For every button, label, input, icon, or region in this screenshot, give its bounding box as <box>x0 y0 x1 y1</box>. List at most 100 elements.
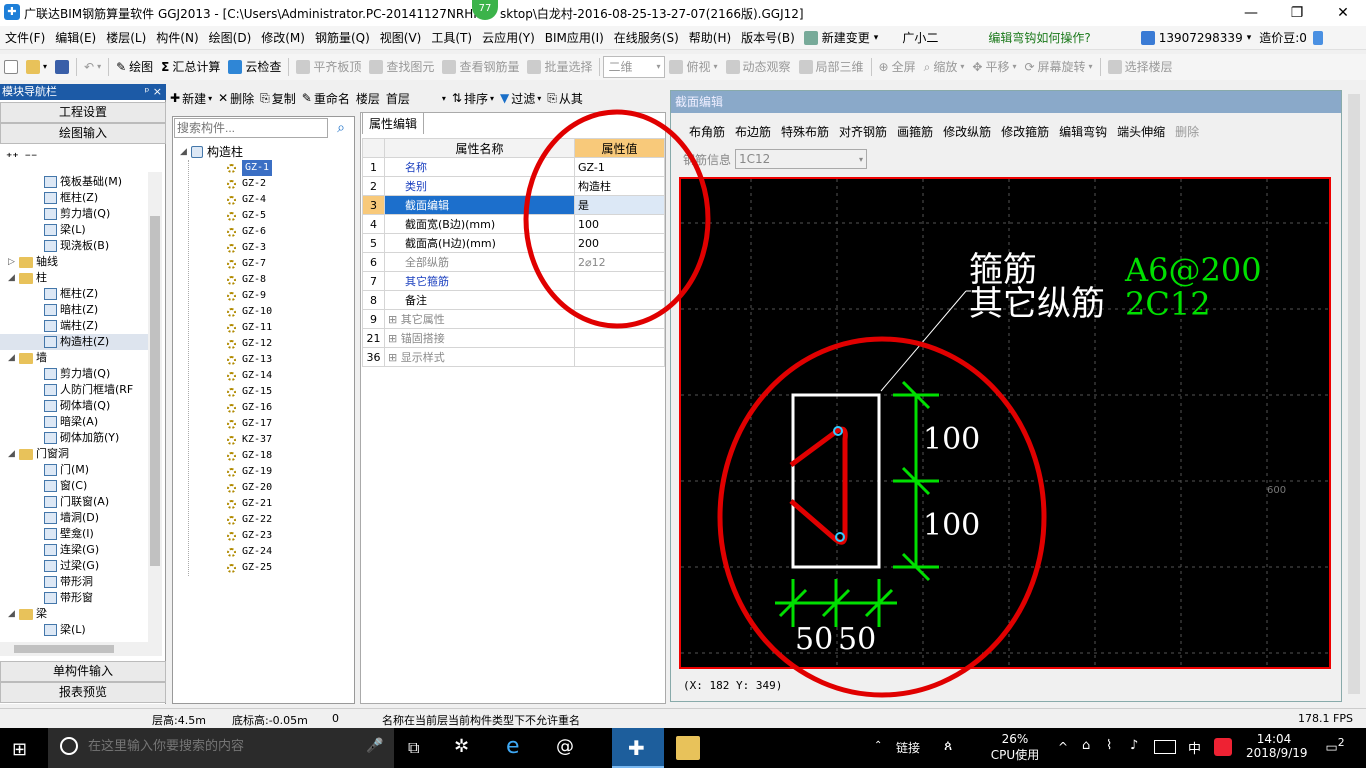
minimize-button[interactable]: — <box>1228 0 1274 26</box>
section-tool-button[interactable]: 修改箍筋 <box>1001 123 1049 140</box>
undo-button[interactable]: ↶ ▾ <box>80 56 105 78</box>
top-view-button[interactable]: 俯视 ▾ <box>665 56 721 78</box>
flush-top-button[interactable]: 平齐板顶 <box>292 56 365 78</box>
property-row[interactable]: 36 ⊞ 显示样式 <box>362 347 665 367</box>
property-row[interactable]: 3 截面编辑 是 <box>362 195 665 215</box>
view-mode-select[interactable]: 二维 ▾ <box>603 56 666 78</box>
menu-item-13[interactable]: 版本号(B) <box>736 26 800 50</box>
component-item[interactable]: GZ-19 <box>227 464 352 480</box>
nav-tree-item[interactable]: 现浇板(B) <box>0 238 148 254</box>
nav-tree-item[interactable]: 剪力墙(Q) <box>0 206 148 222</box>
delete-component-button[interactable]: ✕ 删除 <box>218 90 254 107</box>
component-item[interactable]: GZ-18 <box>227 448 352 464</box>
volume-icon[interactable]: ♪ <box>1130 738 1138 753</box>
link-label[interactable]: 链接 <box>896 739 920 756</box>
menu-item-3[interactable]: 构件(N) <box>151 26 203 50</box>
save-button[interactable] <box>51 56 73 78</box>
clock[interactable]: 14:04 2018/9/19 <box>1246 732 1308 760</box>
wifi-icon[interactable]: ⌇ <box>1106 738 1112 753</box>
close-button[interactable]: ✕ <box>1320 0 1366 26</box>
section-tool-button[interactable]: 画箍筋 <box>897 123 933 140</box>
nav-tree-item[interactable]: 暗梁(A) <box>0 414 148 430</box>
nav-tree-item[interactable]: 剪力墙(Q) <box>0 366 148 382</box>
search-icon[interactable]: ⌕ <box>330 118 352 138</box>
chevron-up-icon[interactable]: ⌃ <box>874 740 882 751</box>
pan-button[interactable]: ✥ 平移 ▾ <box>968 56 1020 78</box>
nav-tree-item[interactable]: 端柱(Z) <box>0 318 148 334</box>
select-floor-button[interactable]: 选择楼层 <box>1104 56 1177 78</box>
section-tool-button[interactable]: 特殊布筋 <box>781 123 829 140</box>
display-icon[interactable]: ⌂ <box>1082 738 1090 753</box>
component-item[interactable]: GZ-13 <box>227 352 352 368</box>
ime-indicator[interactable]: 中 <box>1188 738 1201 757</box>
project-settings-button[interactable]: 工程设置 <box>0 102 166 123</box>
people-icon[interactable]: ጰ <box>944 738 952 754</box>
menu-item-1[interactable]: 编辑(E) <box>50 26 101 50</box>
tab-property-edit[interactable]: 属性编辑 <box>362 112 424 134</box>
local-3d-button[interactable]: 局部三维 <box>795 56 868 78</box>
property-value-cell[interactable]: 2⌀12 <box>574 252 665 272</box>
section-tool-button[interactable]: 端头伸缩 <box>1117 123 1165 140</box>
property-value-cell[interactable]: 构造柱 <box>574 176 665 196</box>
nav-tree-item[interactable]: ◢ 墙 <box>0 350 148 366</box>
expand-plus-icon[interactable]: ⊞ <box>388 332 401 345</box>
component-item[interactable]: GZ-22 <box>227 512 352 528</box>
nav-tree-item[interactable]: ▷ 轴线 <box>0 254 148 270</box>
beans-count[interactable]: 造价豆:0 <box>1259 29 1307 46</box>
property-row[interactable]: 1 名称 GZ-1 <box>362 157 665 177</box>
menu-item-6[interactable]: 钢筋量(Q) <box>310 26 375 50</box>
fan-app-icon[interactable]: ✲ <box>454 736 469 757</box>
rotate-button[interactable]: ⟳ 屏幕旋转 ▾ <box>1020 56 1096 78</box>
expand-plus-icon[interactable]: ⊞ <box>388 313 401 326</box>
section-tool-button[interactable]: 删除 <box>1175 123 1199 140</box>
cloud-check-button[interactable]: 云检查 <box>224 56 285 78</box>
property-value-cell[interactable]: 是 <box>574 195 665 215</box>
bell-icon[interactable] <box>1312 30 1323 45</box>
main-scrollbar[interactable] <box>1345 84 1363 704</box>
keyboard-icon[interactable] <box>1154 740 1176 754</box>
sum-button[interactable]: Σ 汇总计算 <box>157 56 224 78</box>
component-item[interactable]: GZ-15 <box>227 384 352 400</box>
draw-button[interactable]: ✎ 绘图 <box>112 56 157 78</box>
section-canvas[interactable]: 600 箍筋 A6@200 其它纵筋 2C12 100 100 50 50 <box>679 177 1331 669</box>
notification-badge[interactable]: 77 <box>472 0 498 20</box>
collapse-icon[interactable]: ◢ <box>178 144 189 160</box>
hscrollbar-thumb[interactable] <box>14 645 114 653</box>
property-value-cell[interactable] <box>574 271 665 291</box>
windows-start-icon[interactable]: ⊞ <box>12 739 27 760</box>
component-item[interactable]: GZ-12 <box>227 336 352 352</box>
component-item[interactable]: GZ-23 <box>227 528 352 544</box>
nav-tree-item[interactable]: 门联窗(A) <box>0 494 148 510</box>
nav-tree-item[interactable]: 梁(L) <box>0 222 148 238</box>
report-preview-button[interactable]: 报表预览 <box>0 682 166 703</box>
nav-tree-item[interactable]: 框柱(Z) <box>0 286 148 302</box>
nav-tree-item[interactable]: ◢ 梁 <box>0 606 148 622</box>
nav-tree-item[interactable]: 壁龛(I) <box>0 526 148 542</box>
nav-hscrollbar[interactable] <box>0 642 162 656</box>
expand-toggle-icon[interactable]: ◢ <box>6 270 17 286</box>
up-arrow-icon[interactable]: ^ <box>1058 740 1068 754</box>
component-item[interactable]: GZ-6 <box>227 224 352 240</box>
section-tool-button[interactable]: 修改纵筋 <box>943 123 991 140</box>
component-item[interactable]: GZ-8 <box>227 272 352 288</box>
component-search-input[interactable] <box>174 118 328 138</box>
nav-tree-item[interactable]: 筏板基础(M) <box>0 174 148 190</box>
component-item[interactable]: GZ-20 <box>227 480 352 496</box>
component-item[interactable]: GZ-17 <box>227 416 352 432</box>
taskbar-search-input[interactable] <box>88 738 348 753</box>
account-menu[interactable]: 13907298339 ▾ <box>1140 30 1251 45</box>
section-tool-button[interactable]: 对齐钢筋 <box>839 123 887 140</box>
property-value-cell[interactable] <box>574 347 665 367</box>
nav-tree-item[interactable]: 带形洞 <box>0 574 148 590</box>
property-row[interactable]: 21 ⊞ 锚固搭接 <box>362 328 665 348</box>
property-value-cell[interactable]: 200 <box>574 233 665 253</box>
property-value-cell[interactable] <box>574 290 665 310</box>
restore-button[interactable]: ❐ <box>1274 0 1320 26</box>
component-item[interactable]: GZ-5 <box>227 208 352 224</box>
expand-toggle-icon[interactable]: ◢ <box>6 606 17 622</box>
new-component-button[interactable]: ✚ 新建 ▾ <box>170 90 212 107</box>
nav-tree-item[interactable]: 暗柱(Z) <box>0 302 148 318</box>
nav-tree-item[interactable]: 构造柱(Z) <box>0 334 148 350</box>
component-item[interactable]: GZ-21 <box>227 496 352 512</box>
menu-item-11[interactable]: 在线服务(S) <box>609 26 684 50</box>
